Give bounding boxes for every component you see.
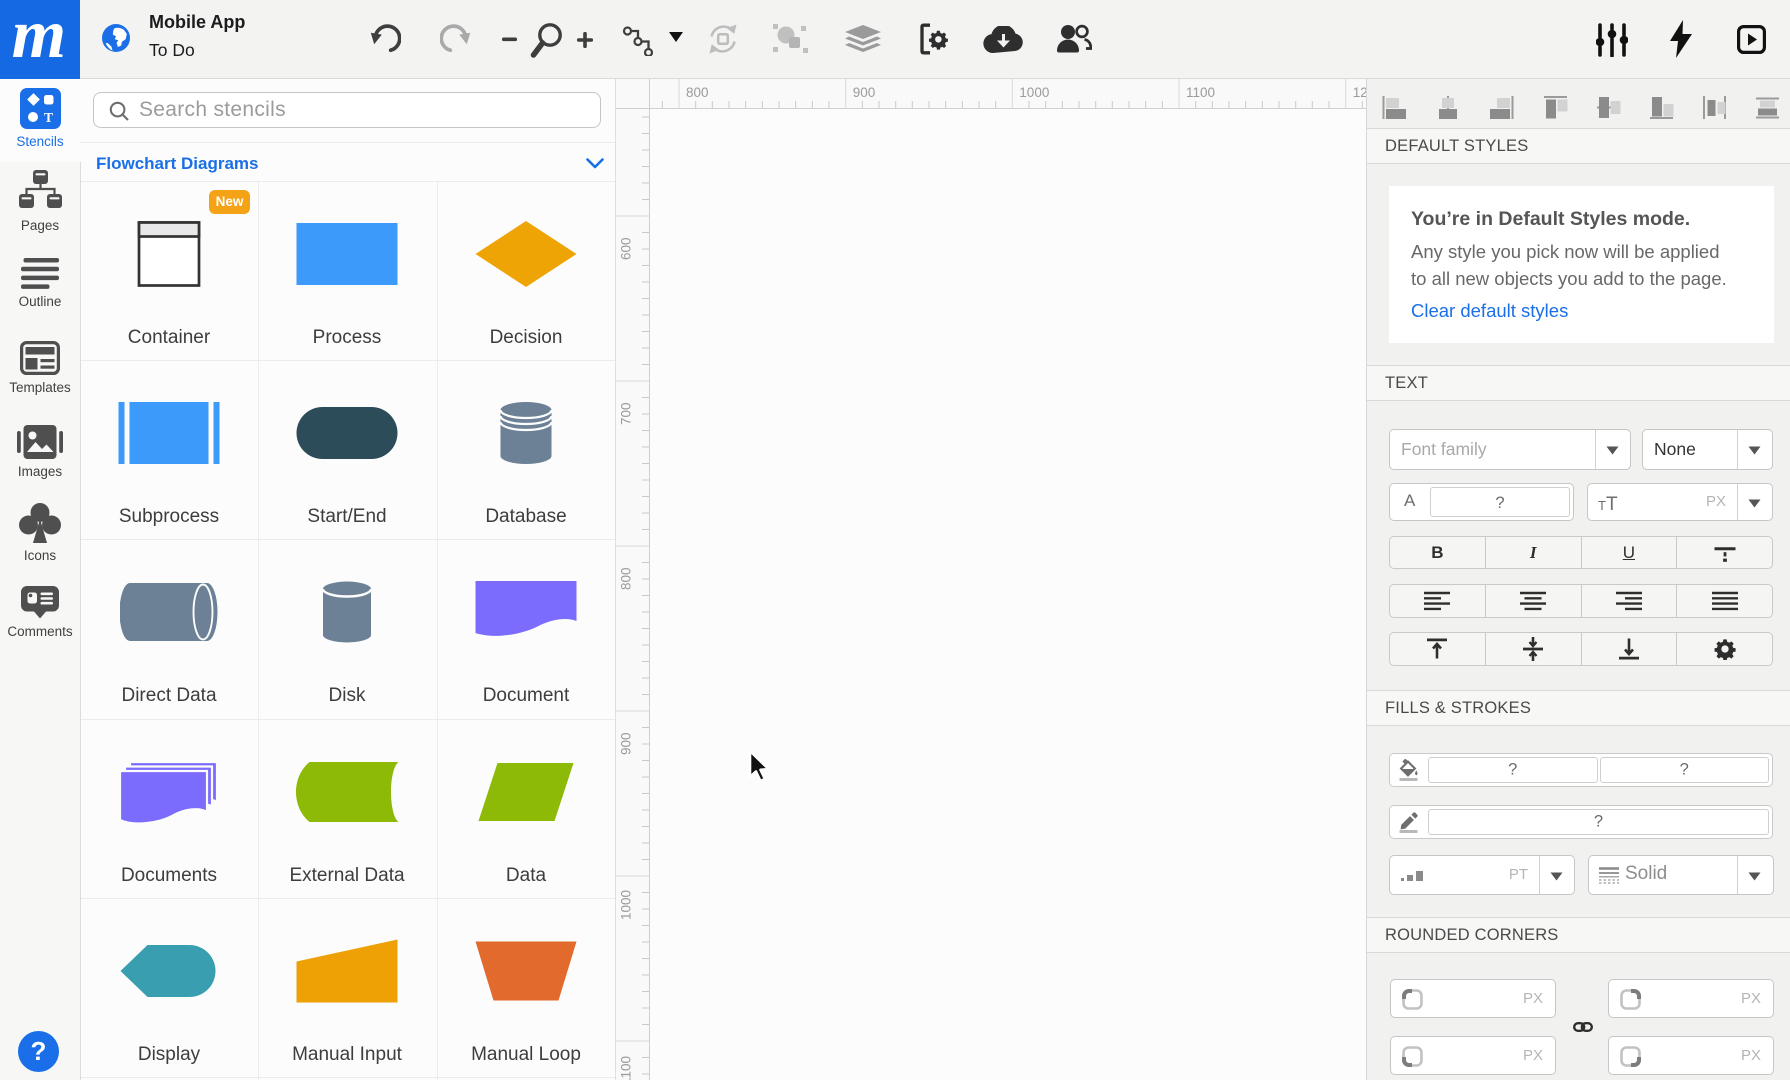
svg-text:1000: 1000 [1019,85,1049,100]
svg-text:800: 800 [619,567,634,590]
svg-text:900: 900 [619,732,634,755]
svg-text:600: 600 [619,237,634,260]
svg-text:T: T [43,110,52,125]
svg-text:700: 700 [619,402,634,425]
svg-text:1100: 1100 [619,1056,634,1080]
svg-text:T: T [1598,498,1606,511]
svg-text:1200: 1200 [1353,85,1366,100]
svg-text:T: T [1606,495,1618,511]
svg-text:1000: 1000 [619,890,634,920]
svg-text:900: 900 [853,85,876,100]
svg-text:1100: 1100 [1186,85,1215,100]
svg-text:800: 800 [686,85,709,100]
